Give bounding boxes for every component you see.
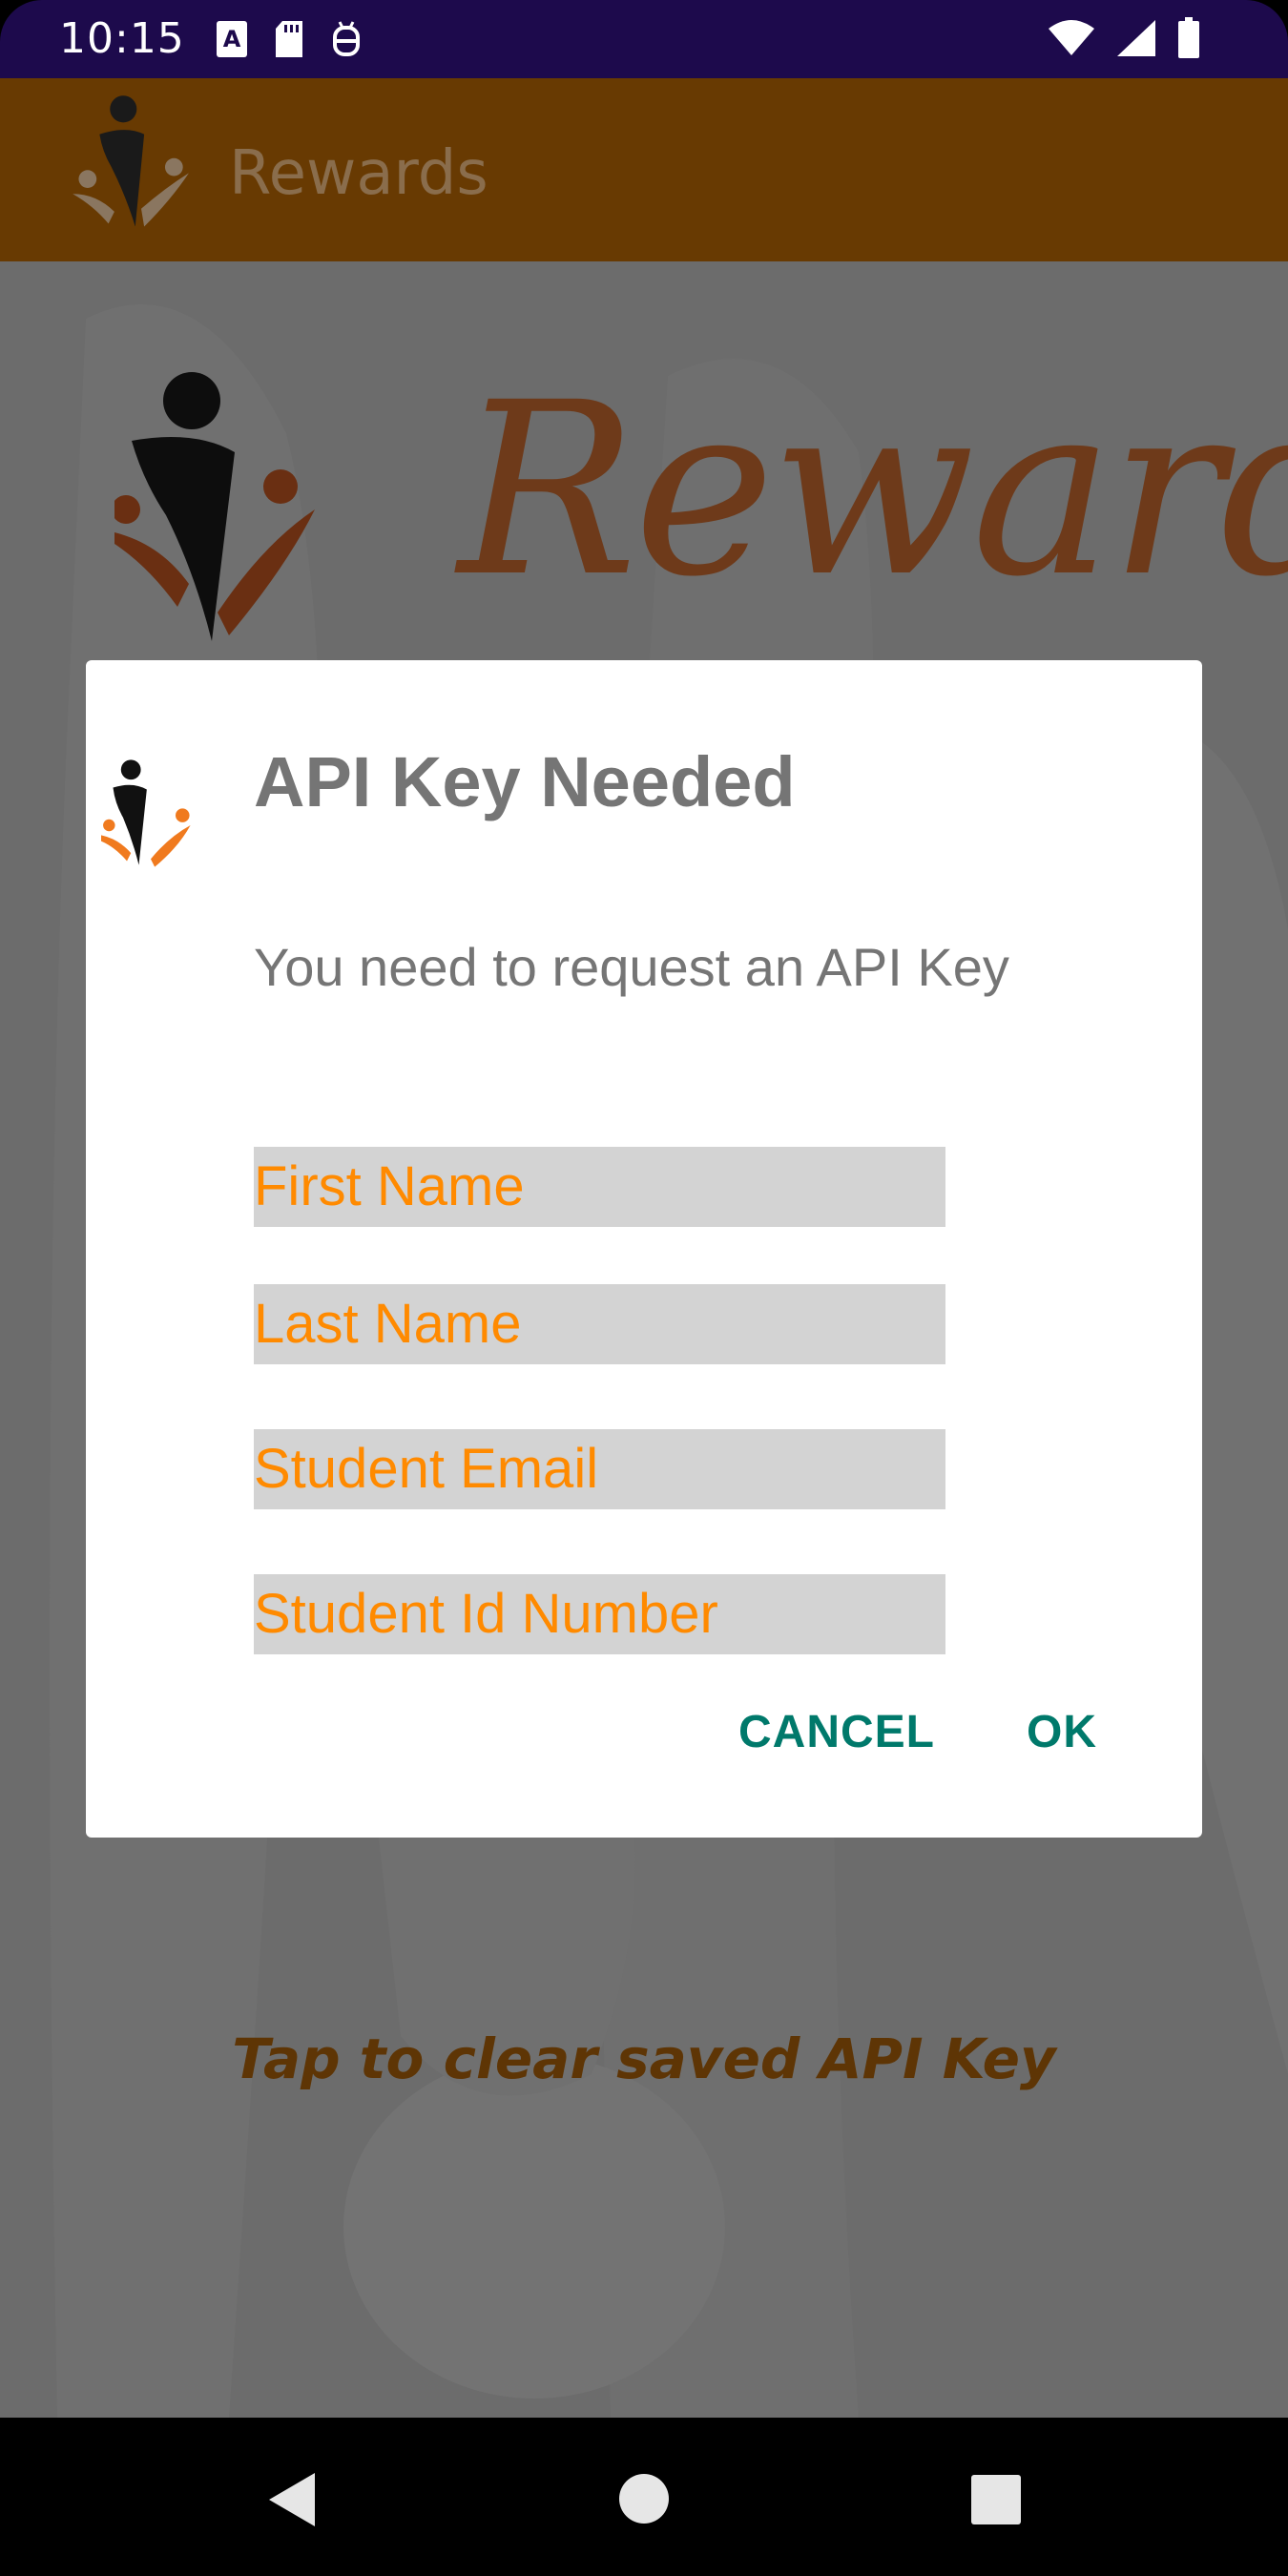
- signal-icon: [1117, 20, 1155, 56]
- last-name-field[interactable]: [254, 1284, 945, 1364]
- clear-api-key-link[interactable]: Tap to clear saved API Key: [0, 2025, 1288, 2093]
- back-icon[interactable]: [265, 2471, 319, 2528]
- keyboard-a-icon: A: [217, 21, 247, 57]
- dialog-message: You need to request an API Key: [254, 937, 1009, 997]
- navigation-bar: [0, 2418, 1288, 2576]
- debug-icon: [333, 21, 360, 56]
- dialog-title: API Key Needed: [254, 742, 796, 821]
- rewards-logo-icon: [73, 95, 189, 227]
- wifi-icon: [1049, 20, 1094, 55]
- student-email-field[interactable]: [254, 1429, 945, 1509]
- ok-button[interactable]: OK: [1027, 1704, 1097, 1761]
- cancel-button[interactable]: CANCEL: [738, 1704, 935, 1761]
- status-icons-left: A: [216, 17, 363, 61]
- status-icons-right: [1048, 15, 1200, 61]
- status-bar: 10:15 A: [0, 0, 1288, 78]
- hero-logo-icon: [114, 372, 315, 641]
- hero-wordmark: Rewards: [458, 351, 1288, 629]
- api-key-dialog: API Key Needed You need to request an AP…: [86, 660, 1202, 1838]
- app-bar: Rewards: [0, 78, 1288, 261]
- home-icon[interactable]: [618, 2473, 670, 2524]
- battery-icon: [1178, 17, 1199, 58]
- recents-icon[interactable]: [971, 2475, 1021, 2524]
- sd-card-icon: [276, 21, 302, 57]
- status-time: 10:15: [59, 14, 185, 63]
- app-bar-title: Rewards: [229, 138, 488, 209]
- rewards-logo-icon: [101, 759, 191, 867]
- first-name-field[interactable]: [254, 1147, 945, 1227]
- student-id-field[interactable]: [254, 1574, 945, 1654]
- svg-text:A: A: [223, 26, 241, 52]
